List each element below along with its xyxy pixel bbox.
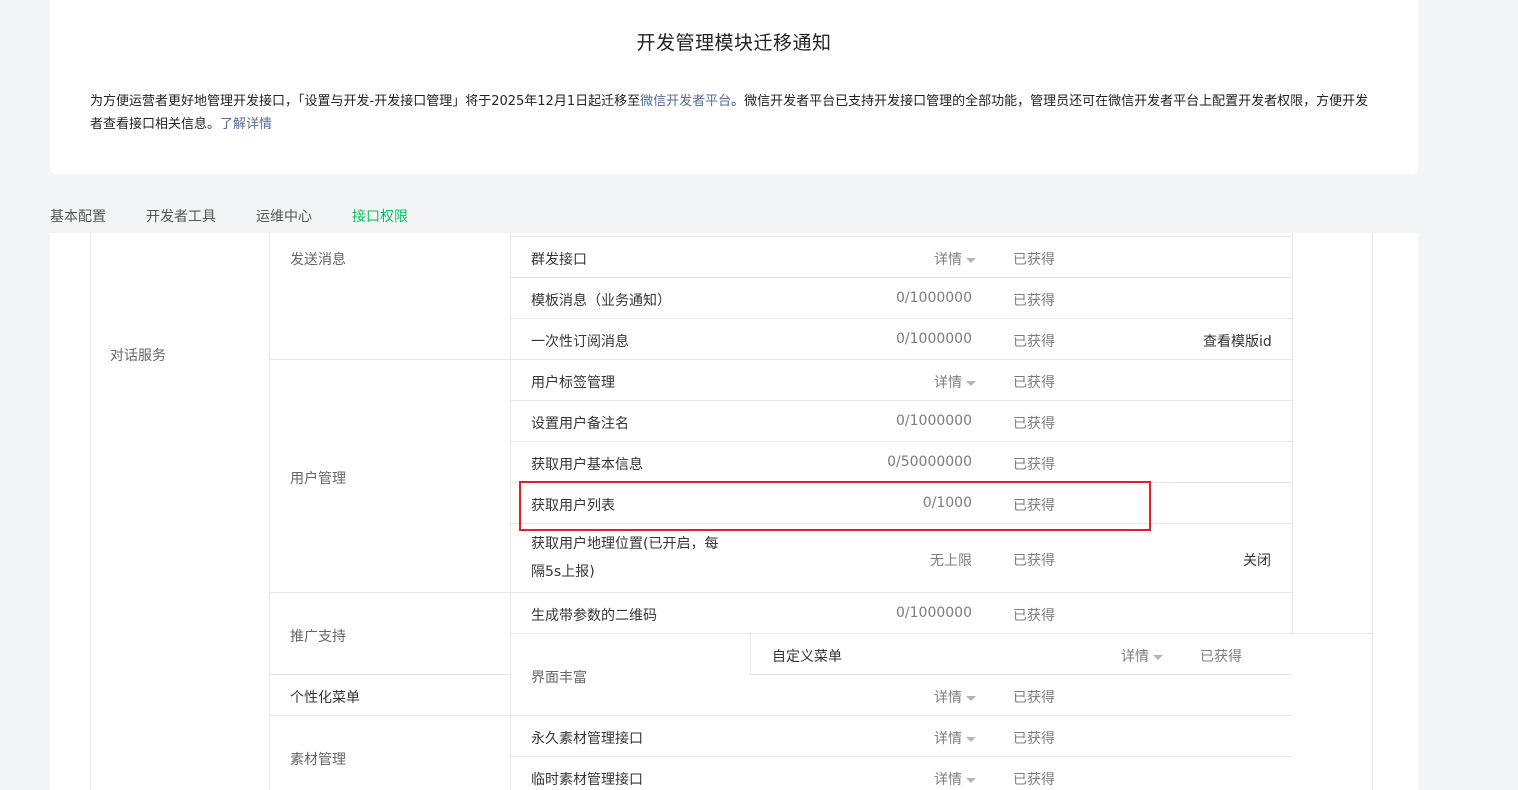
status: 已获得 (1013, 731, 1055, 747)
status: 已获得 (1013, 375, 1055, 391)
highlight-box (519, 481, 1151, 531)
quota-value: 0/1000000 (896, 331, 972, 347)
notice-title: 开发管理模块迁移通知 (636, 32, 832, 54)
group-send-message: 发送消息 (290, 252, 346, 268)
api-permission-table: 对话服务 发送消息 用户管理 推广支持 界面丰富 个性化菜单 素材管理 群发接口… (50, 233, 1418, 790)
api-name: 临时素材管理接口 (531, 772, 643, 788)
group-user-management: 用户管理 (290, 471, 346, 487)
quota-detail-label: 详情 (934, 252, 962, 268)
quota-value: 0/1000000 (896, 290, 972, 306)
quota-value: 0/1000000 (896, 413, 972, 429)
quota-detail-dropdown[interactable]: 详情 (934, 249, 976, 269)
status: 已获得 (1013, 608, 1055, 624)
status: 已获得 (1013, 416, 1055, 432)
tab-ops-center[interactable]: 运维中心 (256, 206, 312, 234)
wechat-dev-platform-link[interactable]: 微信开发者平台 (640, 94, 731, 109)
notice-body-text: 为方便运营者更好地管理开发接口，「设置与开发-开发接口管理」将于2025年12月… (90, 94, 641, 109)
chevron-down-icon (966, 777, 976, 783)
quota-detail-label: 详情 (934, 375, 962, 391)
tab-api-permissions[interactable]: 接口权限 (352, 206, 408, 236)
status: 已获得 (1200, 649, 1242, 665)
status: 已获得 (1013, 334, 1055, 350)
status: 已获得 (1013, 293, 1055, 309)
quota-detail-label: 详情 (934, 772, 962, 788)
status: 已获得 (1013, 772, 1055, 788)
tab-basic-config[interactable]: 基本配置 (50, 206, 106, 234)
category-dialog-service: 对话服务 (110, 348, 166, 364)
chevron-down-icon (1153, 654, 1163, 660)
learn-more-link[interactable]: 了解详情 (220, 117, 272, 132)
quota-detail-dropdown[interactable]: 详情 (934, 687, 976, 707)
status: 已获得 (1013, 252, 1055, 268)
api-name: 群发接口 (531, 252, 587, 268)
migration-notice: 开发管理模块迁移通知 为方便运营者更好地管理开发接口，「设置与开发-开发接口管理… (50, 0, 1418, 174)
group-ui-rich: 界面丰富 (531, 670, 587, 686)
quota-detail-label: 详情 (934, 731, 962, 747)
api-name: 一次性订阅消息 (531, 334, 629, 350)
quota-value: 0/1000000 (896, 605, 972, 621)
quota-value: 无上限 (930, 553, 972, 569)
api-name: 用户标签管理 (531, 375, 615, 391)
quota-detail-dropdown[interactable]: 详情 (934, 372, 976, 392)
quota-detail-dropdown[interactable]: 详情 (1121, 646, 1163, 666)
quota-detail-dropdown[interactable]: 详情 (934, 769, 976, 789)
tab-bar: 基本配置 开发者工具 运维中心 接口权限 (50, 196, 1418, 236)
api-name: 设置用户备注名 (531, 416, 629, 432)
api-name: 模板消息（业务通知） (531, 293, 671, 309)
group-material: 素材管理 (290, 752, 346, 768)
quota-detail-dropdown[interactable]: 详情 (934, 728, 976, 748)
api-name: 永久素材管理接口 (531, 731, 643, 747)
status: 已获得 (1013, 690, 1055, 706)
chevron-down-icon (966, 736, 976, 742)
chevron-down-icon (966, 380, 976, 386)
quota-detail-label: 详情 (1121, 649, 1149, 665)
api-name: 自定义菜单 (772, 649, 842, 665)
tab-developer-tools[interactable]: 开发者工具 (146, 206, 216, 234)
view-template-id-link[interactable]: 查看模版id (1203, 331, 1272, 351)
chevron-down-icon (966, 695, 976, 701)
group-promotion: 推广支持 (290, 629, 346, 645)
api-name: 生成带参数的二维码 (531, 608, 657, 624)
quota-detail-label: 详情 (934, 690, 962, 706)
api-name: 获取用户地理位置(已开启，每隔5s上报) (531, 536, 719, 580)
close-location-button[interactable]: 关闭 (1243, 550, 1271, 570)
quota-value: 0/50000000 (887, 454, 972, 470)
status: 已获得 (1013, 553, 1055, 569)
status: 已获得 (1013, 457, 1055, 473)
notice-body: 为方便运营者更好地管理开发接口，「设置与开发-开发接口管理」将于2025年12月… (90, 90, 1380, 136)
group-personal-menu: 个性化菜单 (290, 690, 360, 706)
api-name: 获取用户基本信息 (531, 457, 643, 473)
chevron-down-icon (966, 257, 976, 263)
